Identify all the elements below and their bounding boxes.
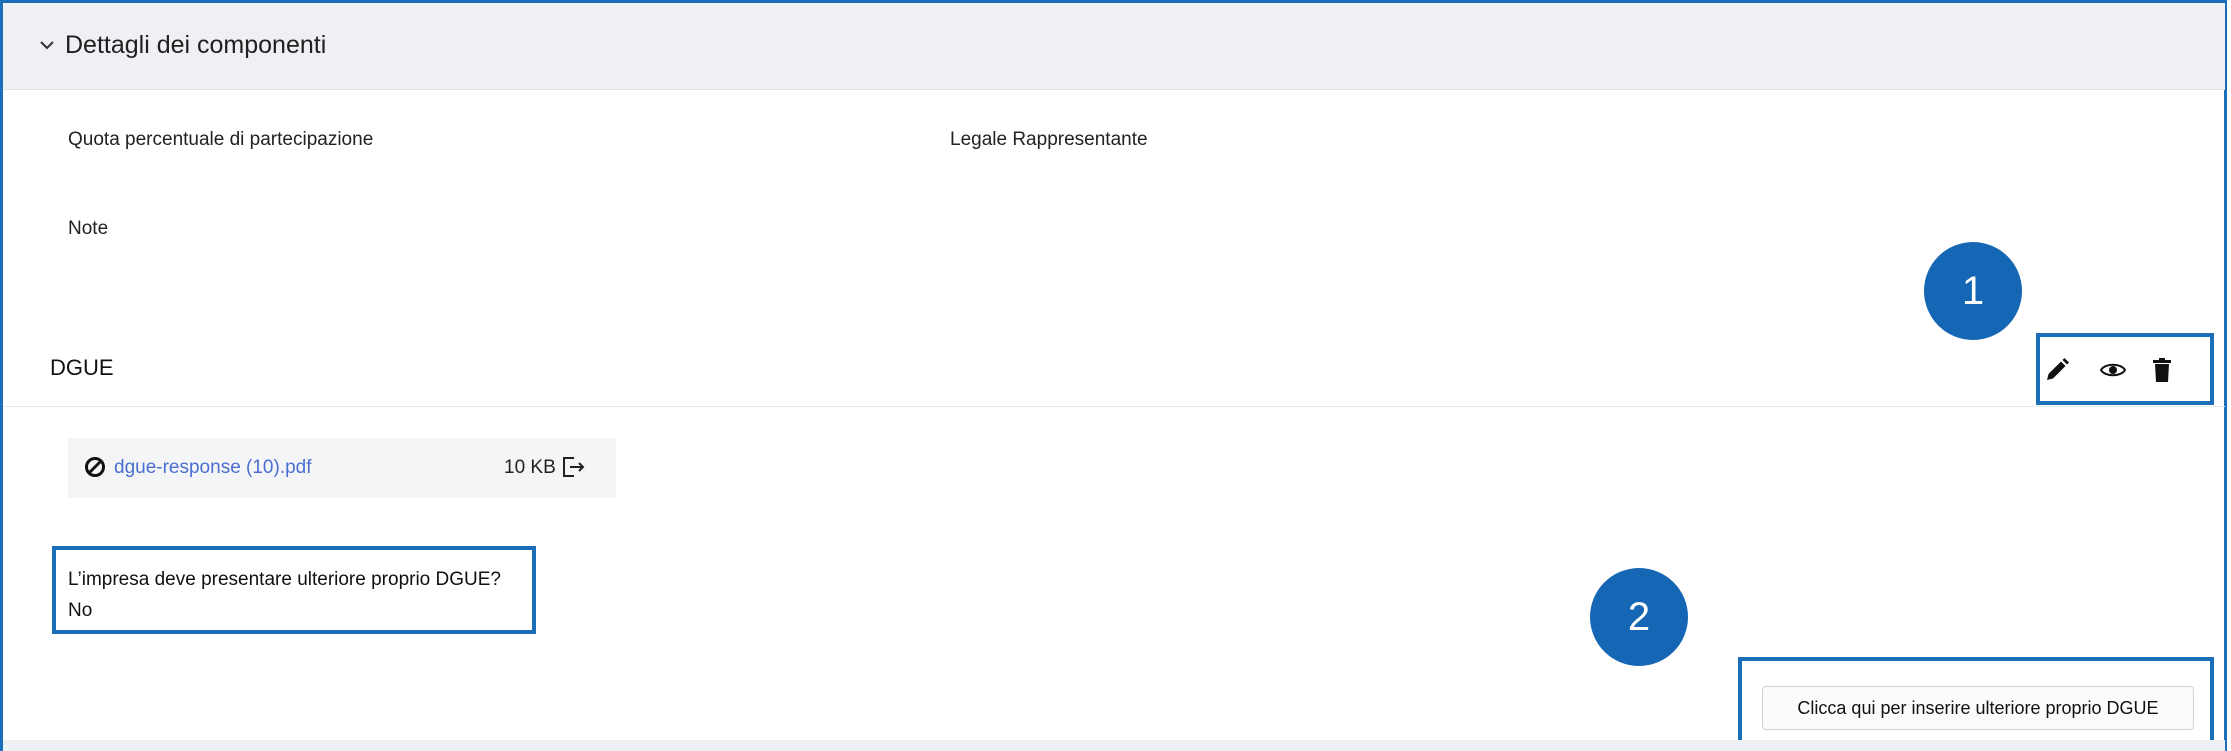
dgue-divider (3, 406, 2225, 407)
panel-frame (0, 0, 2227, 751)
section-header[interactable]: Dettagli dei componenti (3, 3, 2225, 90)
next-section-header (3, 740, 2225, 751)
callout-badge-2: 2 (1590, 568, 1688, 666)
dgue-title: DGUE (50, 355, 114, 380)
export-icon[interactable] (560, 454, 586, 480)
file-size: 10 KB (504, 457, 556, 478)
actions-highlight (2036, 333, 2214, 405)
quota-label: Quota percentuale di partecipazione (68, 129, 374, 150)
dgue-file-row: dgue-response (10).pdf 10 KB (68, 438, 616, 498)
section-title: Dettagli dei componenti (65, 31, 327, 59)
note-label: Note (68, 218, 109, 239)
add-ulteriore-dgue-button[interactable]: Clicca qui per inserire ulteriore propri… (1762, 686, 2194, 730)
dgue-file-link[interactable]: dgue-response (10).pdf (114, 457, 312, 479)
ban-icon (85, 457, 105, 477)
chevron-down-icon[interactable] (39, 37, 55, 53)
legale-rappresentante-label: Legale Rappresentante (950, 129, 1148, 150)
callout-badge-1: 1 (1924, 242, 2022, 340)
ulteriore-dgue-answer: No (68, 600, 93, 621)
ulteriore-dgue-question: L’impresa deve presentare ulteriore prop… (68, 569, 501, 590)
